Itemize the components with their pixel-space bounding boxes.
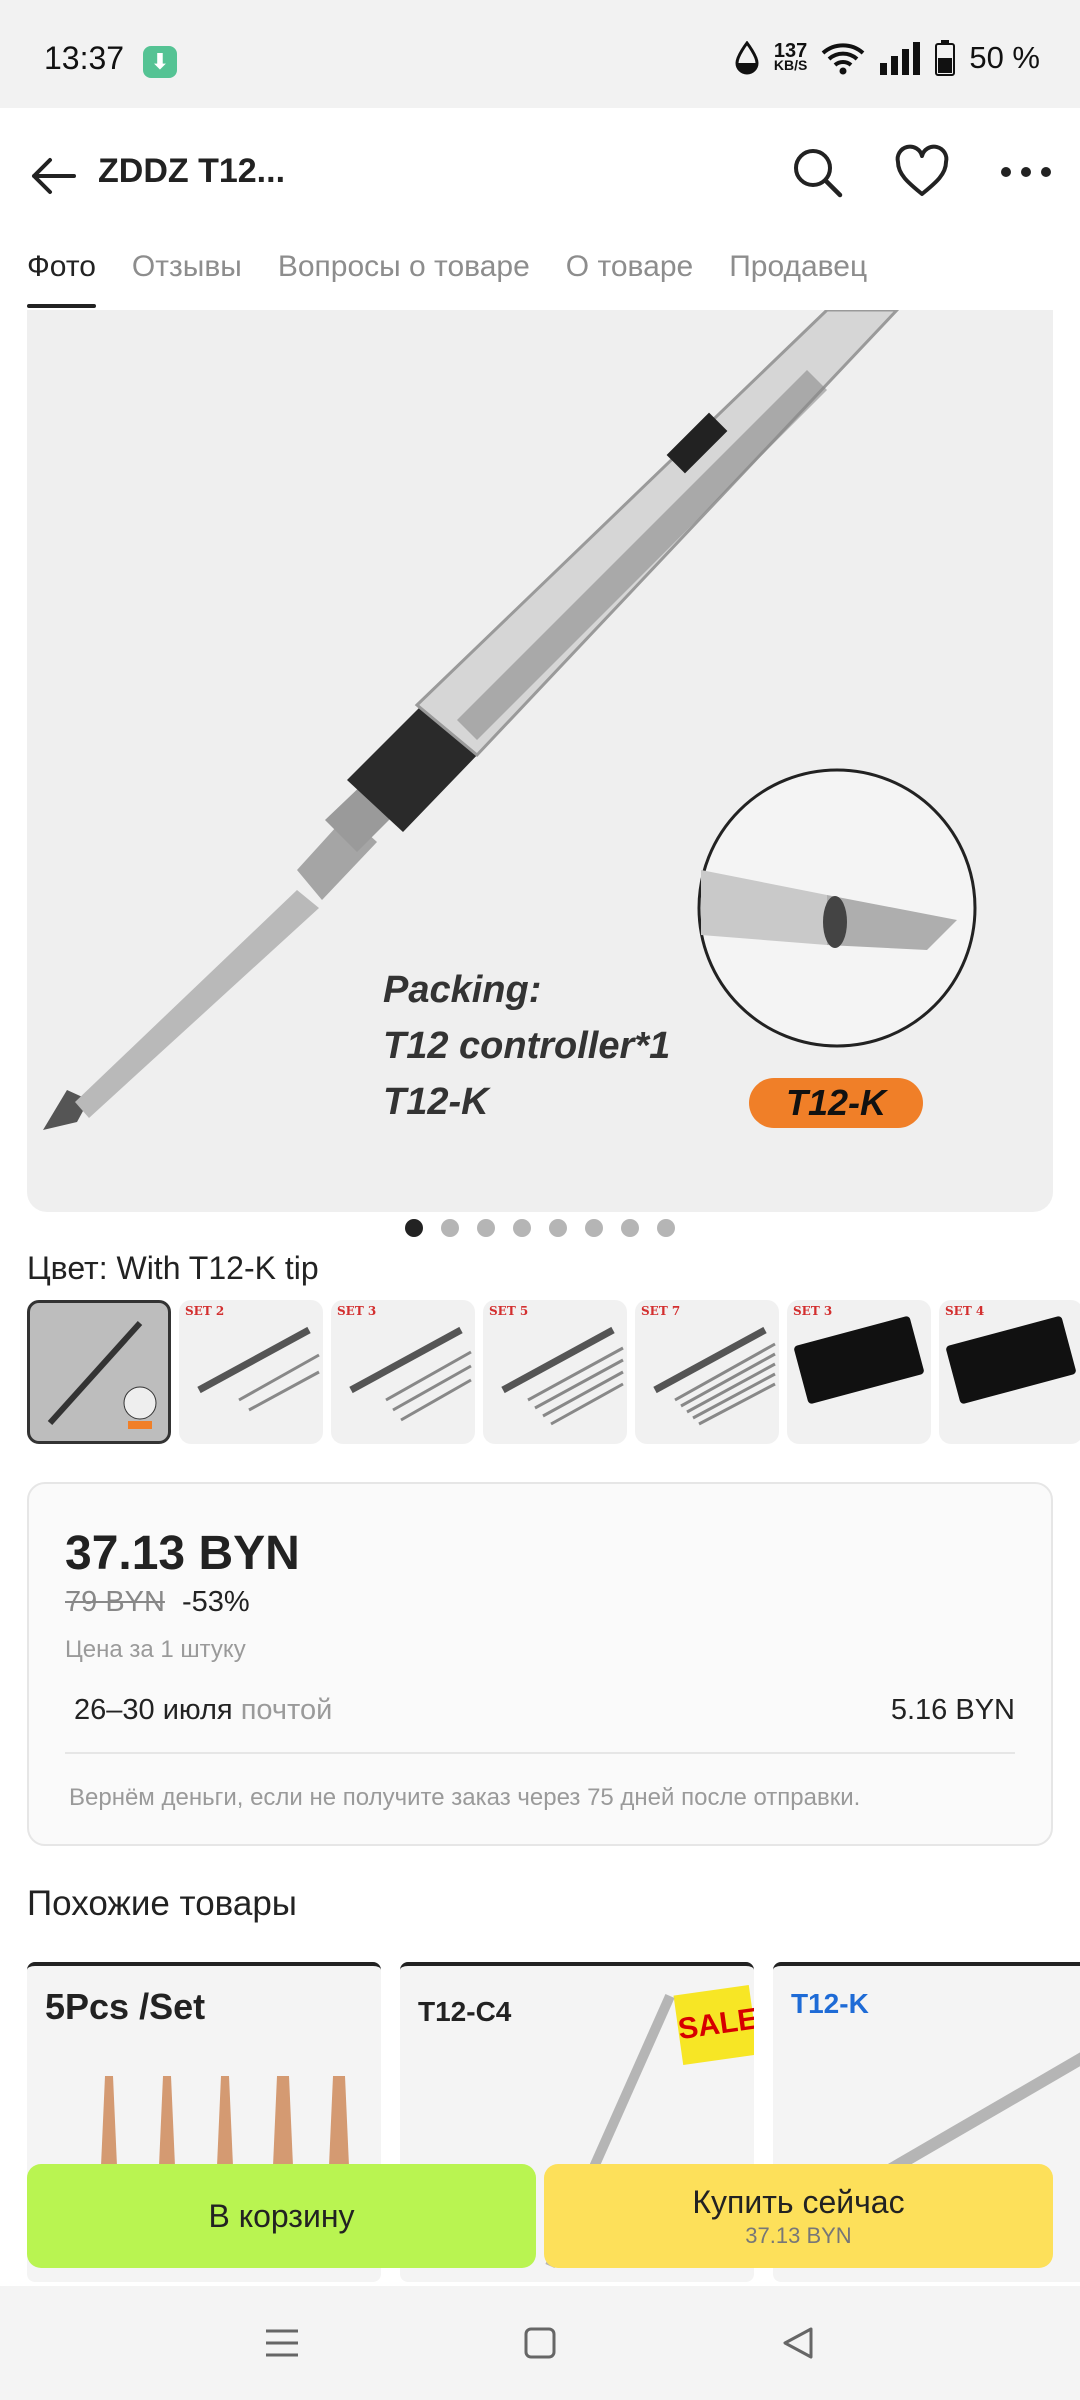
system-back-button[interactable] bbox=[774, 2319, 822, 2367]
variant-thumbnail[interactable]: SET 2 bbox=[179, 1300, 323, 1444]
variant-image bbox=[197, 1326, 320, 1412]
variant-set-label: SET 3 bbox=[337, 1304, 377, 1318]
triangle-back-icon bbox=[783, 2327, 813, 2359]
carousel-dot[interactable] bbox=[441, 1219, 459, 1237]
tab-about[interactable]: О товаре bbox=[566, 238, 693, 310]
network-speed: 137 KB/S bbox=[773, 40, 808, 73]
carousel-dot[interactable] bbox=[585, 1219, 603, 1237]
buy-now-button[interactable]: Купить сейчас 37.13 BYN bbox=[544, 2164, 1053, 2268]
search-icon bbox=[794, 149, 843, 198]
variant-image bbox=[945, 1315, 1077, 1405]
home-button[interactable] bbox=[516, 2319, 564, 2367]
carousel-dot[interactable] bbox=[549, 1219, 567, 1237]
variant-thumbnail[interactable]: SET 4 bbox=[939, 1300, 1080, 1444]
recent-apps-button[interactable] bbox=[258, 2319, 306, 2367]
delivery-price: 5.16 BYN bbox=[890, 1694, 1015, 1726]
discount-label: -53% bbox=[182, 1586, 250, 1618]
battery-icon bbox=[935, 40, 956, 76]
carousel-dot[interactable] bbox=[405, 1219, 423, 1237]
top-app-bar: ZDDZ T12... bbox=[0, 108, 1080, 238]
price-card: 37.13 BYN 79 BYN -53% Цена за 1 штуку 26… bbox=[27, 1482, 1053, 1846]
carousel-dot[interactable] bbox=[657, 1219, 675, 1237]
buy-now-price: 37.13 BYN bbox=[745, 2222, 852, 2248]
battery-percent: 50 % bbox=[969, 40, 1040, 75]
status-indicators: 137 KB/S 50 % bbox=[734, 36, 1040, 80]
favorite-button[interactable] bbox=[890, 140, 954, 204]
more-options-button[interactable] bbox=[994, 140, 1058, 204]
variant-thumbnails: SET 2 SET 3 SET 5 SET 7 SET 3 SET 4 bbox=[27, 1300, 1080, 1444]
tab-reviews[interactable]: Отзывы bbox=[132, 238, 242, 310]
packing-text: Packing: T12 controller*1 T12-K bbox=[383, 962, 670, 1130]
variant-set-label: SET 4 bbox=[945, 1304, 985, 1318]
speed-unit: KB/S bbox=[773, 57, 808, 73]
download-icon: ⬇ bbox=[143, 46, 177, 78]
divider bbox=[65, 1752, 1015, 1754]
buy-now-label: Купить сейчас bbox=[692, 2183, 905, 2220]
variant-thumbnail[interactable]: SET 3 bbox=[331, 1300, 475, 1444]
page-title: ZDDZ T12... bbox=[98, 152, 286, 190]
heart-icon bbox=[895, 144, 949, 196]
status-time: 13:37 bbox=[44, 40, 125, 76]
menu-icon bbox=[266, 2329, 298, 2357]
carousel-indicator bbox=[0, 1219, 1080, 1237]
color-option-label: Цвет: With T12-K tip bbox=[27, 1250, 319, 1286]
packing-line: Packing: bbox=[383, 969, 542, 1011]
refund-note: Вернём деньги, если не получите заказ че… bbox=[69, 1784, 861, 1811]
status-bar: 13:37 ⬇ 137 KB/S 50 % bbox=[0, 0, 1080, 108]
packing-line: T12 controller*1 bbox=[383, 1025, 671, 1067]
signal-icon bbox=[880, 42, 921, 75]
add-to-cart-button[interactable]: В корзину bbox=[27, 2164, 536, 2268]
tab-questions[interactable]: Вопросы о товаре bbox=[278, 238, 530, 310]
system-navigation-bar bbox=[0, 2286, 1080, 2400]
product-tabs: Фото Отзывы Вопросы о товаре О товаре Пр… bbox=[0, 238, 1080, 310]
square-icon bbox=[524, 2327, 556, 2359]
product-image[interactable]: Packing: T12 controller*1 T12-K T12-K bbox=[27, 310, 1053, 1212]
wifi-icon bbox=[821, 43, 865, 75]
similar-products-title: Похожие товары bbox=[27, 1884, 297, 1923]
variant-image bbox=[501, 1326, 624, 1426]
speed-value: 137 bbox=[773, 40, 808, 62]
variant-thumbnail[interactable]: SET 7 bbox=[635, 1300, 779, 1444]
packing-line: T12-K bbox=[383, 1081, 489, 1123]
price-per-unit: Цена за 1 штуку bbox=[65, 1636, 246, 1663]
carousel-dot[interactable] bbox=[513, 1219, 531, 1237]
more-horizontal-icon bbox=[1001, 167, 1051, 177]
delivery-method: почтой bbox=[240, 1694, 333, 1726]
delivery-dates: 26–30 июля bbox=[74, 1694, 233, 1726]
variant-set-label: SET 2 bbox=[185, 1304, 225, 1318]
variant-set-label: SET 3 bbox=[793, 1304, 833, 1318]
data-saver-icon bbox=[735, 41, 759, 75]
tab-seller[interactable]: Продавец bbox=[729, 238, 867, 310]
tab-photo[interactable]: Фото bbox=[27, 238, 96, 310]
carousel-dot[interactable] bbox=[621, 1219, 639, 1237]
variant-thumbnail[interactable] bbox=[27, 1300, 171, 1444]
back-button[interactable] bbox=[26, 148, 82, 204]
arrow-left-icon bbox=[32, 158, 76, 194]
carousel-dot[interactable] bbox=[477, 1219, 495, 1237]
variant-set-label: SET 5 bbox=[489, 1304, 529, 1318]
variant-image bbox=[793, 1315, 925, 1405]
delivery-info[interactable]: 26–30 июля почтой bbox=[74, 1694, 332, 1727]
current-price: 37.13 BYN bbox=[65, 1527, 300, 1580]
variant-image bbox=[47, 1320, 157, 1429]
variant-thumbnail[interactable]: SET 5 bbox=[483, 1300, 627, 1444]
variant-thumbnail[interactable]: SET 3 bbox=[787, 1300, 931, 1444]
variant-image bbox=[349, 1326, 472, 1422]
variant-image bbox=[653, 1326, 776, 1426]
old-price: 79 BYN bbox=[65, 1586, 165, 1618]
tip-badge: T12-K bbox=[749, 1078, 923, 1128]
search-button[interactable] bbox=[785, 140, 849, 204]
variant-set-label: SET 7 bbox=[641, 1304, 681, 1318]
